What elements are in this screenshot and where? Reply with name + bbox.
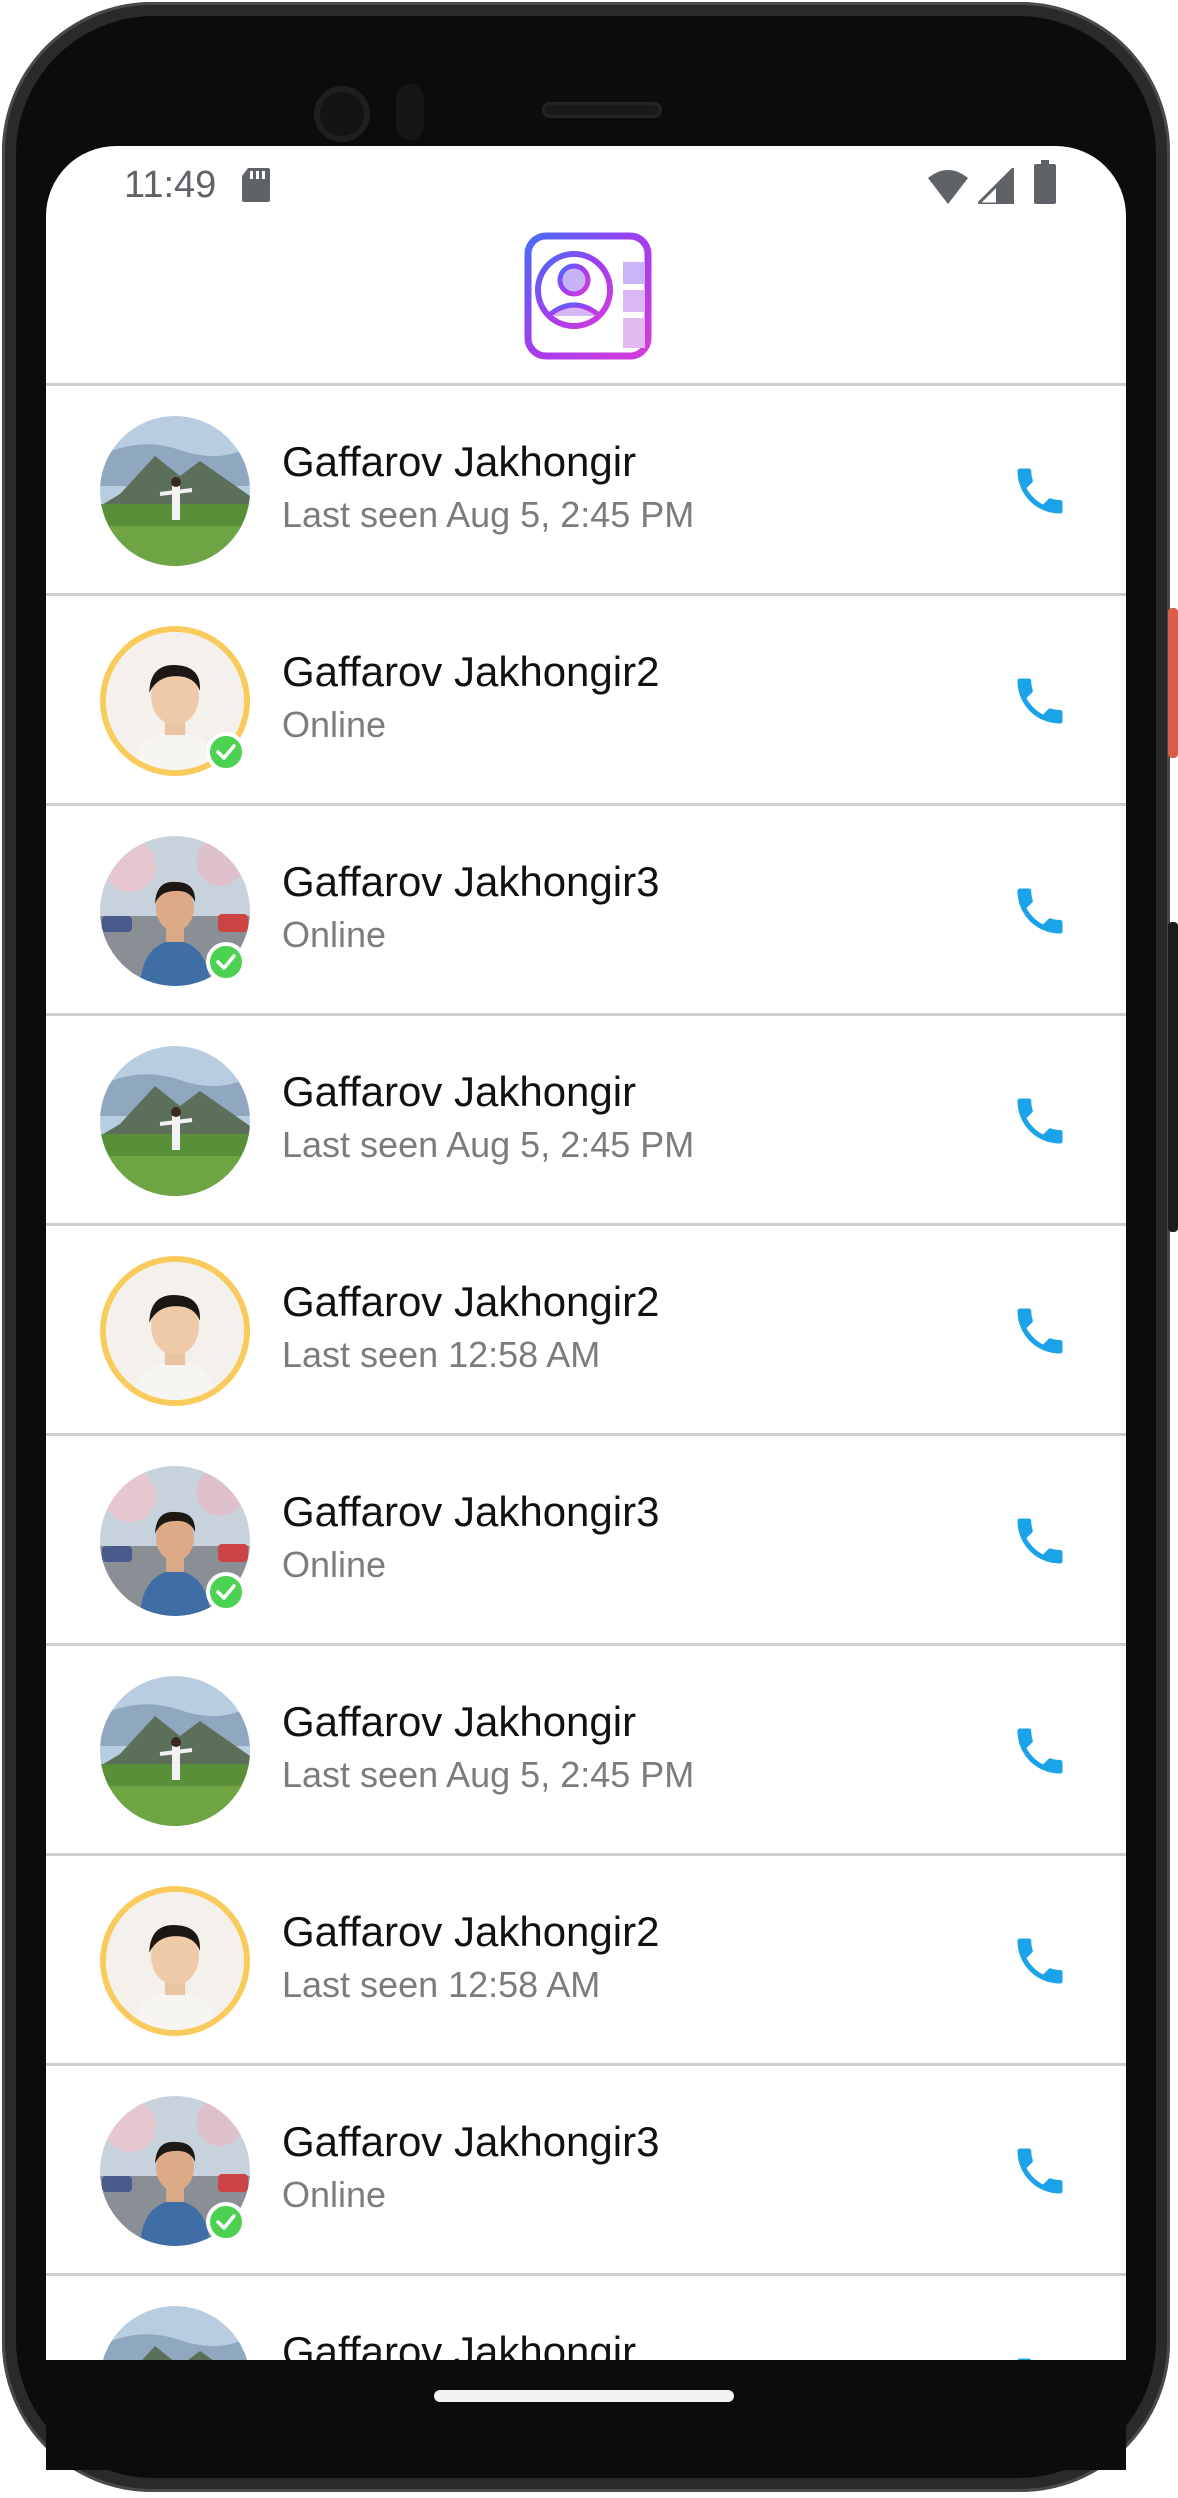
contact-name: Gaffarov Jakhongir <box>282 1698 637 1745</box>
contact-avatar[interactable] <box>100 2306 250 2360</box>
navigation-bar <box>46 2360 1126 2470</box>
contact-row[interactable]: Gaffarov Jakhongir3 Online <box>46 1436 1126 1646</box>
phone-icon[interactable] <box>1010 1296 1070 1366</box>
check-circle-icon <box>206 732 246 772</box>
contact-status: Last seen 12:58 AM <box>282 1334 601 1375</box>
check-circle-icon <box>206 2202 246 2242</box>
contact-status: Online <box>282 1544 387 1585</box>
contact-status: Last seen Aug 5, 2:45 PM <box>282 1124 695 1165</box>
contact-row[interactable]: Gaffarov Jakhongir Last seen Aug 5, 2:45 … <box>46 1016 1126 1226</box>
contact-name: Gaffarov Jakhongir2 <box>282 1278 660 1325</box>
phone-icon[interactable] <box>1010 1506 1070 1576</box>
contact-row[interactable]: Gaffarov Jakhongir <box>46 2276 1126 2360</box>
contact-avatar[interactable] <box>100 416 250 566</box>
contact-name: Gaffarov Jakhongir <box>282 438 637 485</box>
contact-status: Last seen Aug 5, 2:45 PM <box>282 1754 695 1795</box>
earpiece-speaker <box>542 102 662 118</box>
phone-icon[interactable] <box>1010 456 1070 526</box>
contact-name: Gaffarov Jakhongir2 <box>282 648 660 695</box>
front-camera <box>314 86 370 142</box>
signal-icon <box>978 168 1014 204</box>
app-screen: 11:49 Gaffarov Jakhongir Last seen Aug 5… <box>46 146 1126 2360</box>
contact-name: Gaffarov Jakhongir3 <box>282 1488 660 1535</box>
proximity-sensor <box>396 84 424 140</box>
contact-status: Last seen 12:58 AM <box>282 1964 601 2005</box>
contact-name: Gaffarov Jakhongir <box>282 2328 637 2360</box>
contact-avatar[interactable] <box>100 1886 250 2036</box>
contact-name: Gaffarov Jakhongir <box>282 1068 637 1115</box>
phone-icon[interactable] <box>1010 1086 1070 1156</box>
volume-button <box>1168 922 1178 1232</box>
status-time: 11:49 <box>124 164 217 206</box>
home-gesture-handle[interactable] <box>434 2390 734 2402</box>
contact-avatar[interactable] <box>100 1676 250 1826</box>
contact-row[interactable]: Gaffarov Jakhongir Last seen Aug 5, 2:45 … <box>46 1646 1126 1856</box>
battery-icon <box>1034 160 1056 204</box>
contact-row[interactable]: Gaffarov Jakhongir2 Last seen 12:58 AM <box>46 1226 1126 1436</box>
contact-name: Gaffarov Jakhongir2 <box>282 1908 660 1955</box>
sd-card-icon <box>242 168 270 202</box>
contact-status: Online <box>282 2174 387 2215</box>
wifi-icon <box>928 170 968 204</box>
phone-icon[interactable] <box>1010 1926 1070 1996</box>
phone-icon[interactable] <box>1010 876 1070 946</box>
phone-icon[interactable] <box>1010 666 1070 736</box>
contact-status: Last seen Aug 5, 2:45 PM <box>282 494 695 535</box>
contact-avatar[interactable] <box>100 1046 250 1196</box>
contact-name: Gaffarov Jakhongir3 <box>282 858 660 905</box>
contact-row[interactable]: Gaffarov Jakhongir3 Online <box>46 806 1126 1016</box>
contact-row[interactable]: Gaffarov Jakhongir Last seen Aug 5, 2:45 … <box>46 386 1126 596</box>
contact-status: Online <box>282 704 387 745</box>
contact-name: Gaffarov Jakhongir3 <box>282 2118 660 2165</box>
status-bar: 11:49 <box>46 146 1126 216</box>
contact-status: Online <box>282 914 387 955</box>
contact-avatar[interactable] <box>100 1256 250 1406</box>
phone-icon[interactable] <box>1010 2136 1070 2206</box>
contact-row[interactable]: Gaffarov Jakhongir2 Online <box>46 596 1126 806</box>
contact-row[interactable]: Gaffarov Jakhongir2 Last seen 12:58 AM <box>46 1856 1126 2066</box>
check-circle-icon <box>206 942 246 982</box>
phone-icon[interactable] <box>1010 2346 1070 2360</box>
contact-row[interactable]: Gaffarov Jakhongir3 Online <box>46 2066 1126 2276</box>
contact-list[interactable]: Gaffarov Jakhongir Last seen Aug 5, 2:45 … <box>46 386 1126 2360</box>
contacts-book-icon <box>524 232 652 360</box>
power-button <box>1168 608 1178 758</box>
app-header <box>46 216 1126 386</box>
check-circle-icon <box>206 1572 246 1612</box>
phone-icon[interactable] <box>1010 1716 1070 1786</box>
